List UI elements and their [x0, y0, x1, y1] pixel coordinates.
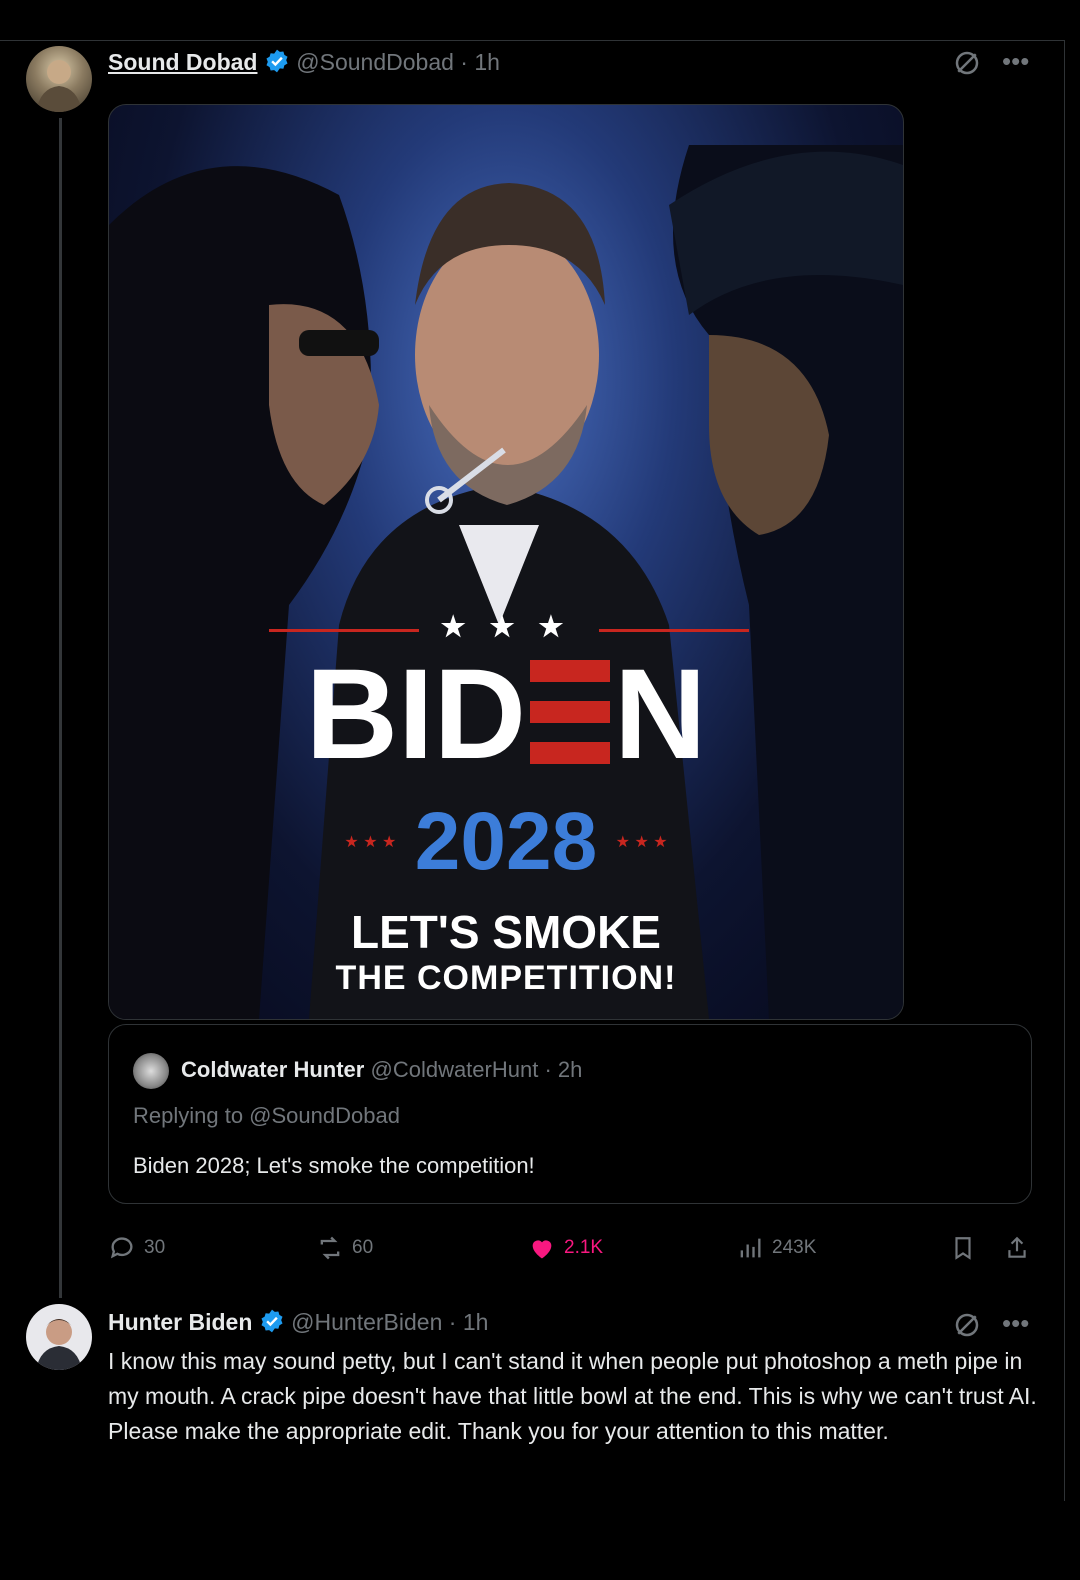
reply-timestamp[interactable]: · 1h [449, 1309, 489, 1335]
handle[interactable]: @SoundDobad [296, 49, 454, 75]
quote-handle: @ColdwaterHunt [370, 1057, 539, 1082]
reply-button[interactable]: 30 [108, 1234, 165, 1262]
post-header: Sound Dobad @SoundDobad · 1h [108, 48, 500, 80]
reply-avatar[interactable] [26, 1304, 92, 1370]
quote-text: Biden 2028; Let's smoke the competition! [133, 1153, 535, 1178]
poster-flag-e-icon [530, 660, 610, 764]
reply-icon [110, 1237, 133, 1259]
grok-icon[interactable] [952, 48, 982, 85]
avatar[interactable] [26, 46, 92, 112]
poster-year: 2028 [414, 796, 598, 887]
share-button[interactable] [1004, 1234, 1030, 1262]
reply-count: 30 [144, 1237, 166, 1258]
heart-icon [532, 1240, 552, 1259]
poster-name-left: BID [305, 643, 526, 786]
poster-slogan-line1: LET'S SMOKE [351, 906, 661, 958]
more-options-icon[interactable]: ••• [1002, 46, 1029, 77]
poster-year-row: ★ ★ ★ 2028 ★ ★ ★ [109, 795, 903, 889]
reply-display-name[interactable]: Hunter Biden [108, 1309, 252, 1335]
display-name[interactable]: Sound Dobad [108, 49, 257, 75]
poster-rule-left [269, 629, 419, 632]
thread-connector-line [59, 118, 62, 1298]
share-icon [1008, 1236, 1026, 1258]
quote-timestamp: · 2h [544, 1057, 583, 1082]
views-count: 243K [772, 1237, 817, 1258]
bookmark-icon [955, 1237, 971, 1260]
quote-header: Coldwater Hunter @ColdwaterHunt · 2h [181, 1057, 582, 1083]
bookmark-button[interactable] [950, 1234, 976, 1262]
repost-icon [320, 1236, 340, 1260]
quote-display-name: Coldwater Hunter [181, 1057, 365, 1082]
like-button[interactable]: 2.1K [528, 1234, 603, 1262]
poster-name-right: N [614, 643, 707, 786]
poster-rule-right [599, 629, 749, 632]
reply-handle[interactable]: @HunterBiden [291, 1309, 442, 1335]
poster-small-stars-right: ★ ★ ★ [615, 834, 668, 851]
views-button[interactable]: 243K [736, 1234, 816, 1262]
reply-header: Hunter Biden @HunterBiden · 1h [108, 1308, 488, 1340]
avatar-image-icon [36, 1319, 82, 1370]
poster-slogan-line2: THE COMPETITION! [335, 959, 677, 997]
reply-text: I know this may sound petty, but I can't… [108, 1348, 1037, 1444]
poster-stars: ★ ★ ★ [440, 611, 572, 642]
like-count: 2.1K [564, 1237, 604, 1258]
quote-replying-to: Replying to @SoundDobad [133, 1103, 400, 1128]
post-image[interactable]: ★ ★ ★ BID N ★ ★ ★ 2028 ★ ★ ★ LET'S SMOKE… [108, 104, 904, 1020]
verified-badge-icon [264, 48, 290, 80]
timestamp[interactable]: · 1h [460, 49, 500, 75]
verified-badge-icon [259, 1308, 285, 1340]
quoted-post[interactable]: Coldwater Hunter @ColdwaterHunt · 2h Rep… [108, 1024, 1032, 1204]
poster-small-stars-left: ★ ★ ★ [344, 834, 397, 851]
poster-name: BID N [109, 650, 903, 780]
analytics-icon [740, 1238, 761, 1258]
avatar-image-icon [36, 60, 82, 112]
repost-button[interactable]: 60 [316, 1234, 373, 1262]
more-options-icon[interactable]: ••• [1002, 1308, 1029, 1339]
grok-icon[interactable] [952, 1310, 982, 1347]
quote-avatar [133, 1053, 169, 1089]
repost-count: 60 [352, 1237, 374, 1258]
